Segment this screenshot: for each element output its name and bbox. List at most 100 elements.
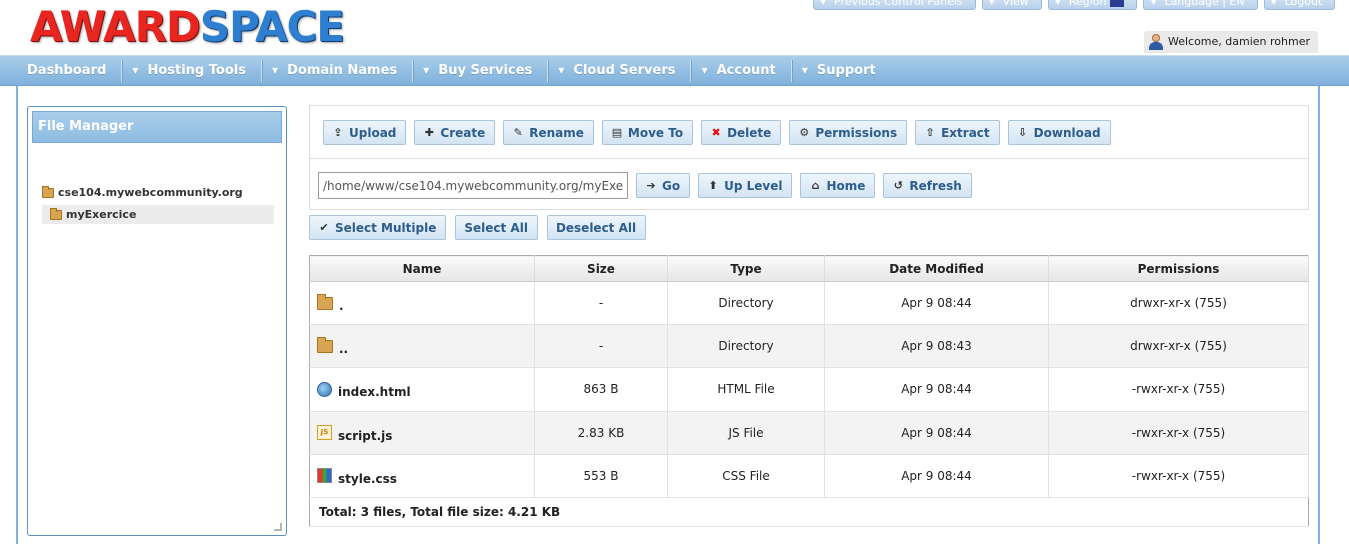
create-button[interactable]: ✚ Create <box>414 120 496 145</box>
tree-item-root[interactable]: cse104.mywebcommunity.org <box>42 183 274 202</box>
file-permissions: -rwxr-xr-x (755) <box>1048 411 1309 455</box>
select-all-button[interactable]: Select All <box>455 215 538 240</box>
pencil-icon: ✎ <box>513 126 523 139</box>
tree-item-myexercice[interactable]: myExercice <box>42 205 274 224</box>
folder-icon <box>317 293 333 310</box>
up-level-label: Up Level <box>724 178 783 193</box>
download-button[interactable]: ⇩ Download <box>1007 120 1111 145</box>
arrow-up-icon: ⬆ <box>708 179 718 192</box>
refresh-icon: ↺ <box>893 179 904 192</box>
column-header-permissions[interactable]: Permissions <box>1048 255 1309 282</box>
html-file-icon <box>317 381 332 397</box>
gear-icon: ⚙ <box>799 126 810 139</box>
up-level-button[interactable]: ⬆ Up Level <box>698 173 793 198</box>
delete-label: Delete <box>727 125 772 140</box>
toolbox: ⇪ Upload ✚ Create ✎ Rename ▤ Move To ✖ Delete… <box>309 105 1309 210</box>
nav-domain-names[interactable]: ▼ Domain Names <box>272 63 397 78</box>
logout-label: Logout <box>1284 0 1323 8</box>
download-icon: ⇩ <box>1018 126 1028 139</box>
chevron-down-icon: ▼ <box>132 66 139 75</box>
home-button[interactable]: ⌂ Home <box>800 173 876 198</box>
upload-button[interactable]: ⇪ Upload <box>323 120 407 145</box>
move-to-label: Move To <box>627 125 684 140</box>
file-name[interactable]: style.css <box>338 472 397 486</box>
language-button[interactable]: Language | EN <box>1143 0 1258 10</box>
nav-cloud-servers[interactable]: ▼ Cloud Servers <box>558 63 675 78</box>
file-name[interactable]: .. <box>339 342 348 356</box>
move-icon: ▤ <box>611 126 623 139</box>
file-date: Apr 9 08:44 <box>824 411 1049 455</box>
file-size: - <box>534 324 668 369</box>
path-input[interactable] <box>318 172 628 199</box>
refresh-label: Refresh <box>909 178 962 193</box>
logout-button[interactable]: Logout <box>1263 0 1336 10</box>
extract-label: Extract <box>941 125 990 140</box>
region-button[interactable]: Region <box>1047 0 1138 10</box>
file-name[interactable]: index.html <box>338 385 411 399</box>
deselect-all-button[interactable]: Deselect All <box>546 215 647 240</box>
file-manager-sidebar: File Manager cse104.mywebcommunity.org m… <box>27 106 287 536</box>
nav-dashboard[interactable]: Dashboard <box>27 63 106 78</box>
deselect-all-label: Deselect All <box>555 220 637 235</box>
file-date: Apr 9 08:44 <box>824 454 1049 498</box>
table-footer-row: Total: 3 files, Total file size: 4.21 KB <box>309 497 1309 528</box>
checkmark-icon: ✔ <box>319 221 329 234</box>
create-label: Create <box>440 125 486 140</box>
view-button[interactable]: View <box>981 0 1042 10</box>
table-row[interactable]: .. - Directory Apr 9 08:43 drwxr-xr-x (7… <box>309 324 1309 369</box>
upload-icon: ⇪ <box>333 126 343 139</box>
file-size: - <box>534 281 668 326</box>
chevron-down-icon: ▼ <box>271 66 279 75</box>
table-row[interactable]: JS script.js 2.83 KB JS File Apr 9 08:44 … <box>309 411 1309 455</box>
css-file-icon <box>317 468 332 484</box>
permissions-label: Permissions <box>815 125 898 140</box>
nav-buy-services-label: Buy Services <box>438 63 533 78</box>
nav-hosting-tools[interactable]: ▼ Hosting Tools <box>132 63 246 78</box>
awardspace-logo[interactable]: AWARDSPACE <box>30 4 345 50</box>
select-multiple-label: Select Multiple <box>335 220 437 235</box>
main-nav: Dashboard ▼ Hosting Tools ▼ Domain Names ▼… <box>0 55 1349 86</box>
select-all-label: Select All <box>464 220 528 235</box>
file-size: 863 B <box>534 367 668 412</box>
tree-item-label: cse104.mywebcommunity.org <box>58 186 243 199</box>
table-row[interactable]: style.css 553 B CSS File Apr 9 08:44 -rw… <box>309 454 1309 498</box>
welcome-badge[interactable]: Welcome, damien rohmer <box>1143 31 1318 53</box>
move-to-button[interactable]: ▤ Move To <box>601 120 694 145</box>
column-header-type[interactable]: Type <box>667 255 825 282</box>
nav-account[interactable]: ▼ Account <box>701 63 775 78</box>
file-type: Directory <box>667 324 825 369</box>
table-row[interactable]: index.html 863 B HTML File Apr 9 08:44 -… <box>309 367 1309 412</box>
go-label: Go <box>662 178 681 193</box>
go-button[interactable]: ➔ Go <box>636 173 691 198</box>
extract-button[interactable]: ⇧ Extract <box>915 120 1000 145</box>
nav-hosting-tools-label: Hosting Tools <box>147 63 246 78</box>
refresh-button[interactable]: ↺ Refresh <box>883 173 972 198</box>
extract-icon: ⇧ <box>925 126 935 139</box>
file-type: HTML File <box>667 367 825 412</box>
permissions-button[interactable]: ⚙ Permissions <box>789 120 908 145</box>
file-name[interactable]: script.js <box>338 429 392 443</box>
download-label: Download <box>1033 125 1101 140</box>
column-header-date[interactable]: Date Modified <box>824 255 1049 282</box>
previous-control-panels-button[interactable]: Previous Control Panels <box>813 0 976 10</box>
nav-support[interactable]: ▼ Support <box>802 63 876 78</box>
path-toolbar: ➔ Go ⬆ Up Level ⌂ Home ↺ Refresh <box>318 172 972 199</box>
tree-item-label: myExercice <box>66 208 137 221</box>
rename-button[interactable]: ✎ Rename <box>503 120 594 145</box>
resize-grip-icon[interactable] <box>274 523 282 531</box>
column-header-size[interactable]: Size <box>534 255 668 282</box>
file-size: 553 B <box>534 454 668 498</box>
user-icon <box>1148 34 1163 50</box>
file-name[interactable]: . <box>339 299 344 313</box>
column-header-name[interactable]: Name <box>309 255 535 282</box>
table-row[interactable]: . - Directory Apr 9 08:44 drwxr-xr-x (75… <box>309 281 1309 326</box>
total-summary: Total: 3 files, Total file size: 4.21 KB <box>309 497 1309 528</box>
delete-button[interactable]: ✖ Delete <box>701 120 782 145</box>
region-label: Region <box>1068 0 1107 8</box>
file-date: Apr 9 08:44 <box>824 367 1049 412</box>
nav-buy-services[interactable]: ▼ Buy Services <box>423 63 532 78</box>
select-multiple-button[interactable]: ✔ Select Multiple <box>309 215 447 240</box>
nav-cloud-servers-label: Cloud Servers <box>573 63 676 78</box>
flag-icon <box>1110 0 1125 7</box>
welcome-text: Welcome, damien rohmer <box>1167 35 1310 48</box>
